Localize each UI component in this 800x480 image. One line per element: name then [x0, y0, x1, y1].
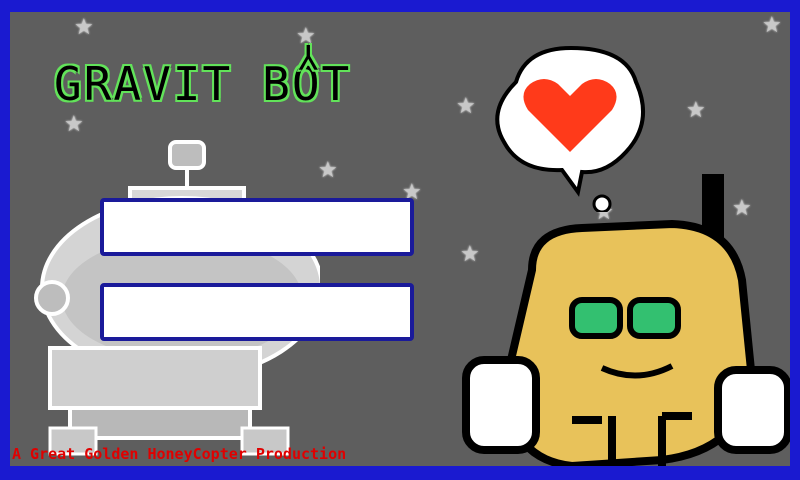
production-credit: A Great Golden HoneyCopter Production — [12, 445, 347, 463]
star-icon: ★ — [456, 94, 476, 119]
star-icon: ★ — [762, 13, 782, 38]
username-field[interactable] — [100, 198, 414, 256]
star-icon: ★ — [318, 158, 338, 183]
star-icon: ★ — [64, 112, 84, 137]
star-icon: ★ — [686, 98, 706, 123]
game-screen: ★ ★ ★ ★ ★ ★ ★ ★ ★ ★ ★ GRAVIT BOT Y A Gre… — [0, 0, 800, 480]
robot-icon — [462, 174, 790, 466]
title-part-left: GRAVIT — [54, 57, 233, 111]
title-flipped-letter: Y — [298, 36, 319, 76]
star-icon: ★ — [74, 15, 94, 40]
password-field[interactable] — [100, 283, 414, 341]
space-background: ★ ★ ★ ★ ★ ★ ★ ★ ★ ★ ★ GRAVIT BOT Y A Gre… — [10, 12, 790, 466]
